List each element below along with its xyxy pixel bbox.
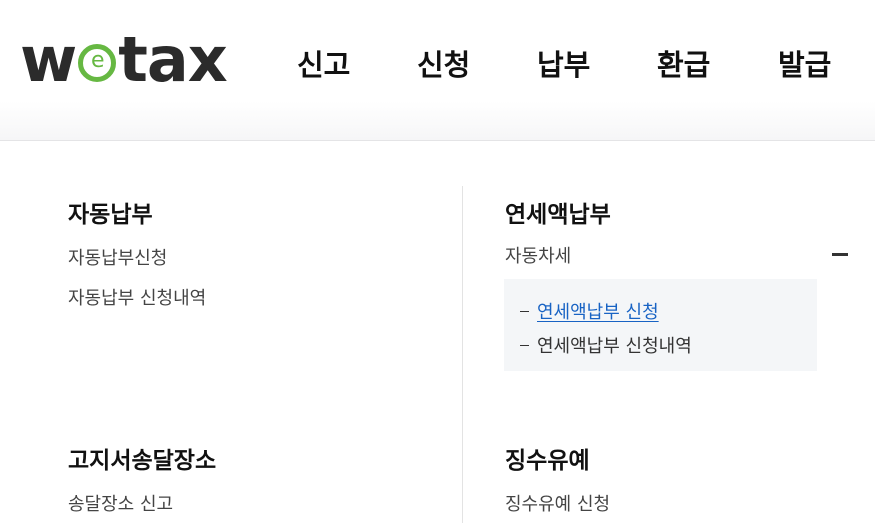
- section-title-deferral: 징수유예: [505, 448, 590, 474]
- main-nav: 신고 신청 납부 환급 발급: [0, 42, 875, 86]
- nav-item-apply[interactable]: 신청: [417, 42, 470, 84]
- submenu-item-annual-apply[interactable]: 연세액납부 신청: [520, 298, 659, 324]
- menu-group-vehicle-tax[interactable]: 자동차세: [505, 242, 571, 268]
- menu-link-deferral-apply[interactable]: 징수유예 신청: [505, 490, 610, 516]
- section-title-notice-address: 고지서송달장소: [68, 448, 217, 474]
- submenu-item-label: 연세액납부 신청내역: [537, 336, 692, 357]
- nav-item-refund[interactable]: 환급: [657, 42, 710, 84]
- dash-icon: [520, 310, 529, 312]
- submenu-item-annual-history[interactable]: 연세액납부 신청내역: [520, 332, 692, 358]
- section-title-auto-payment: 자동납부: [68, 202, 153, 228]
- minus-icon[interactable]: [832, 253, 848, 256]
- nav-item-payment[interactable]: 납부: [537, 42, 590, 84]
- submenu-vehicle-tax: 연세액납부 신청 연세액납부 신청내역: [504, 279, 817, 371]
- header: w e tax 신고 신청 납부 환급 발급: [0, 0, 875, 141]
- section-title-annual-payment: 연세액납부: [505, 202, 611, 228]
- nav-item-report[interactable]: 신고: [297, 42, 350, 84]
- column-divider: [462, 186, 463, 523]
- nav-item-issue[interactable]: 발급: [778, 42, 831, 84]
- dash-icon: [520, 344, 529, 346]
- menu-link-auto-payment-apply[interactable]: 자동납부신청: [68, 244, 167, 270]
- menu-link-notice-address-report[interactable]: 송달장소 신고: [68, 490, 173, 516]
- menu-link-auto-payment-history[interactable]: 자동납부 신청내역: [68, 284, 206, 310]
- submenu-item-label: 연세액납부 신청: [537, 302, 659, 323]
